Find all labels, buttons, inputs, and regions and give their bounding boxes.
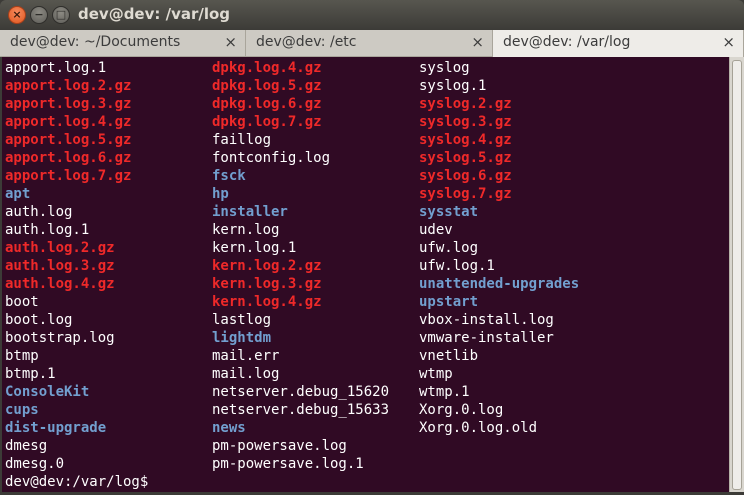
file-entry: ufw.log — [419, 240, 479, 256]
file-entry: netserver.debug_15620 — [212, 384, 390, 400]
file-entry: kern.log.1 — [212, 240, 297, 256]
file-entry: pm-powersave.log.1 — [212, 456, 364, 472]
file-entry: syslog.6.gz — [419, 168, 512, 184]
directory-entry: lightdm — [212, 330, 272, 346]
file-entry: syslog.5.gz — [419, 150, 512, 166]
file-entry: auth.log — [5, 204, 73, 220]
file-entry: dpkg.log.5.gz — [212, 78, 322, 94]
file-entry: vbox-install.log — [419, 312, 554, 328]
file-entry: btmp.1 — [5, 366, 56, 382]
file-entry: btmp — [5, 348, 39, 364]
file-entry: vnetlib — [419, 348, 479, 364]
file-entry: fontconfig.log — [212, 150, 331, 166]
file-entry: apport.log.7.gz — [5, 168, 132, 184]
tab-etc[interactable]: dev@dev: /etc × — [246, 30, 493, 56]
tab-label: dev@dev: ~/Documents — [10, 34, 181, 50]
scrollbar-thumb[interactable] — [732, 60, 742, 490]
maximize-window-icon[interactable]: □ — [52, 6, 70, 24]
tab-var-log[interactable]: dev@dev: /var/log × — [493, 30, 744, 57]
file-entry: dmesg — [5, 438, 48, 454]
file-entry: auth.log.2.gz — [5, 240, 115, 256]
terminal-window: × − □ dev@dev: /var/log dev@dev: ~/Docum… — [0, 0, 744, 495]
directory-entry: hp — [212, 186, 229, 202]
file-entry: syslog — [419, 60, 470, 76]
file-entry: kern.log.2.gz — [212, 258, 322, 274]
directory-entry: unattended-upgrades — [419, 276, 580, 292]
directory-entry: news — [212, 420, 246, 436]
directory-entry: apt — [5, 186, 31, 202]
file-entry: faillog — [212, 132, 272, 148]
file-entry: apport.log.1 — [5, 60, 107, 76]
file-entry: syslog.7.gz — [419, 186, 512, 202]
file-entry: dpkg.log.6.gz — [212, 96, 322, 112]
shell-prompt[interactable]: dev@dev:/var/log$ — [5, 473, 148, 491]
file-entry: pm-powersave.log — [212, 438, 347, 454]
file-entry: mail.err — [212, 348, 280, 364]
file-entry: mail.log — [212, 366, 280, 382]
directory-entry: upstart — [419, 294, 479, 310]
tab-bar: dev@dev: ~/Documents × dev@dev: /etc × d… — [0, 30, 744, 57]
file-entry: ufw.log.1 — [419, 258, 495, 274]
directory-entry: sysstat — [419, 204, 479, 220]
file-entry: apport.log.3.gz — [5, 96, 132, 112]
directory-entry: ConsoleKit — [5, 384, 90, 400]
file-entry: syslog.1 — [419, 78, 487, 94]
terminal-output[interactable]: apport.log.1 apport.log.2.gz apport.log.3.… — [2, 57, 729, 492]
directory-entry: dist-upgrade — [5, 420, 107, 436]
file-entry: kern.log.4.gz — [212, 294, 322, 310]
file-entry: Xorg.0.log.old — [419, 420, 538, 436]
directory-entry: fsck — [212, 168, 246, 184]
file-entry: udev — [419, 222, 453, 238]
tab-label: dev@dev: /var/log — [503, 34, 631, 50]
file-entry: apport.log.6.gz — [5, 150, 132, 166]
file-entry: apport.log.4.gz — [5, 114, 132, 130]
file-entry: auth.log.3.gz — [5, 258, 115, 274]
directory-entry: cups — [5, 402, 39, 418]
file-entry: auth.log.1 — [5, 222, 90, 238]
directory-entry: installer — [212, 204, 288, 220]
minimize-window-icon[interactable]: − — [30, 6, 48, 24]
tab-label: dev@dev: /etc — [256, 34, 357, 50]
file-entry: netserver.debug_15633 — [212, 402, 390, 418]
file-entry: dpkg.log.7.gz — [212, 114, 322, 130]
file-entry: syslog.3.gz — [419, 114, 512, 130]
file-entry: lastlog — [212, 312, 272, 328]
file-entry: apport.log.5.gz — [5, 132, 132, 148]
file-entry: bootstrap.log — [5, 330, 115, 346]
file-entry: dmesg.0 — [5, 456, 65, 472]
close-window-icon[interactable]: × — [8, 6, 26, 24]
file-entry: auth.log.4.gz — [5, 276, 115, 292]
tab-documents[interactable]: dev@dev: ~/Documents × — [0, 30, 246, 56]
tab-close-icon[interactable]: × — [722, 33, 735, 51]
file-entry: boot.log — [5, 312, 73, 328]
scrollbar[interactable] — [729, 57, 744, 492]
file-entry: Xorg.0.log — [419, 402, 504, 418]
file-entry: apport.log.2.gz — [5, 78, 132, 94]
file-entry: wtmp.1 — [419, 384, 470, 400]
title-bar[interactable]: × − □ dev@dev: /var/log — [0, 0, 744, 30]
file-entry: wtmp — [419, 366, 453, 382]
file-entry: kern.log.3.gz — [212, 276, 322, 292]
tab-close-icon[interactable]: × — [471, 33, 484, 51]
file-entry: syslog.4.gz — [419, 132, 512, 148]
file-entry: boot — [5, 294, 39, 310]
file-entry: kern.log — [212, 222, 280, 238]
file-entry: dpkg.log.4.gz — [212, 60, 322, 76]
file-entry: vmware-installer — [419, 330, 554, 346]
file-entry: syslog.2.gz — [419, 96, 512, 112]
window-title: dev@dev: /var/log — [78, 5, 231, 23]
tab-close-icon[interactable]: × — [224, 33, 237, 51]
